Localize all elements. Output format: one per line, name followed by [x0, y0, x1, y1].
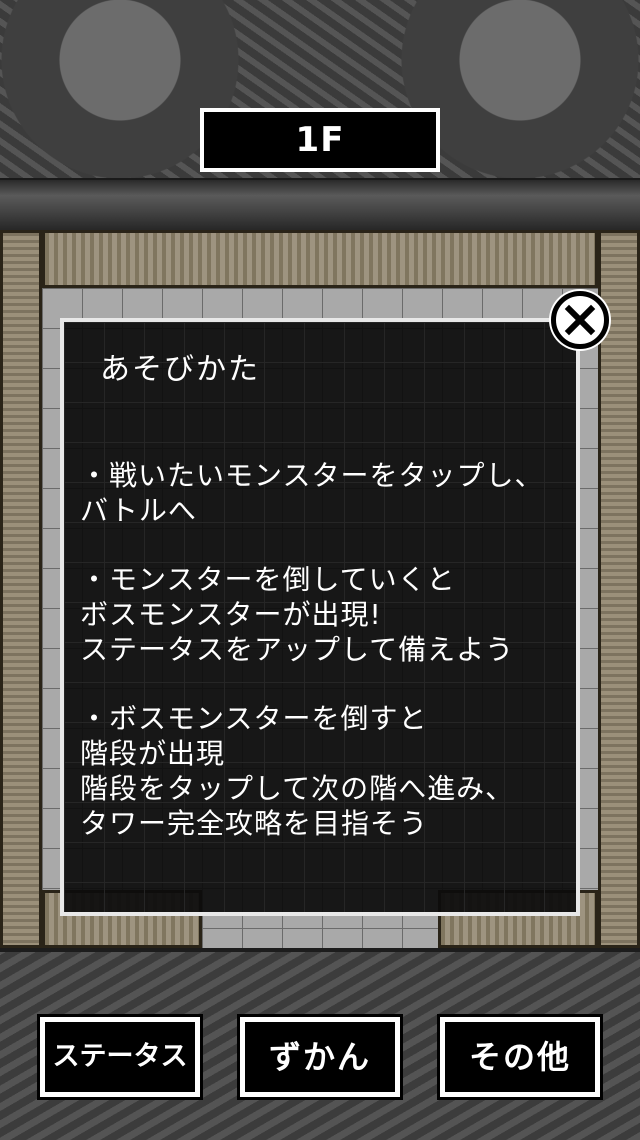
- status-button[interactable]: ステータス: [40, 1017, 200, 1097]
- board-left-pillar: [0, 230, 42, 948]
- instruction-item: ・モンスターを倒していくと ボスモンスターが出現! ステータスをアップして備えよう: [80, 563, 515, 666]
- instruction-list: ・戦いたいモンスターをタップし、 バトルへ ・モンスターを倒していくと ボスモンスタ…: [80, 458, 570, 875]
- top-cornice-band: [0, 178, 640, 234]
- how-to-play-dialog: あそびかた ・戦いたいモンスターをタップし、 バトルへ ・モンスターを倒していくと…: [60, 318, 580, 916]
- board-right-pillar: [598, 230, 640, 948]
- close-dialog-button[interactable]: [551, 291, 609, 349]
- zukan-button[interactable]: ずかん: [240, 1017, 400, 1097]
- instruction-item: ・ボスモンスターを倒すと 階段が出現 階段をタップして次の階へ進み、 タワー完全攻略を…: [80, 702, 515, 840]
- dialog-title: あそびかた: [100, 352, 260, 387]
- other-button[interactable]: その他: [440, 1017, 600, 1097]
- close-x-icon: [564, 304, 596, 336]
- board-top-wall: [42, 230, 598, 288]
- instruction-item: ・戦いたいモンスターをタップし、 バトルへ: [80, 459, 544, 527]
- floor-indicator: 1F: [200, 108, 440, 172]
